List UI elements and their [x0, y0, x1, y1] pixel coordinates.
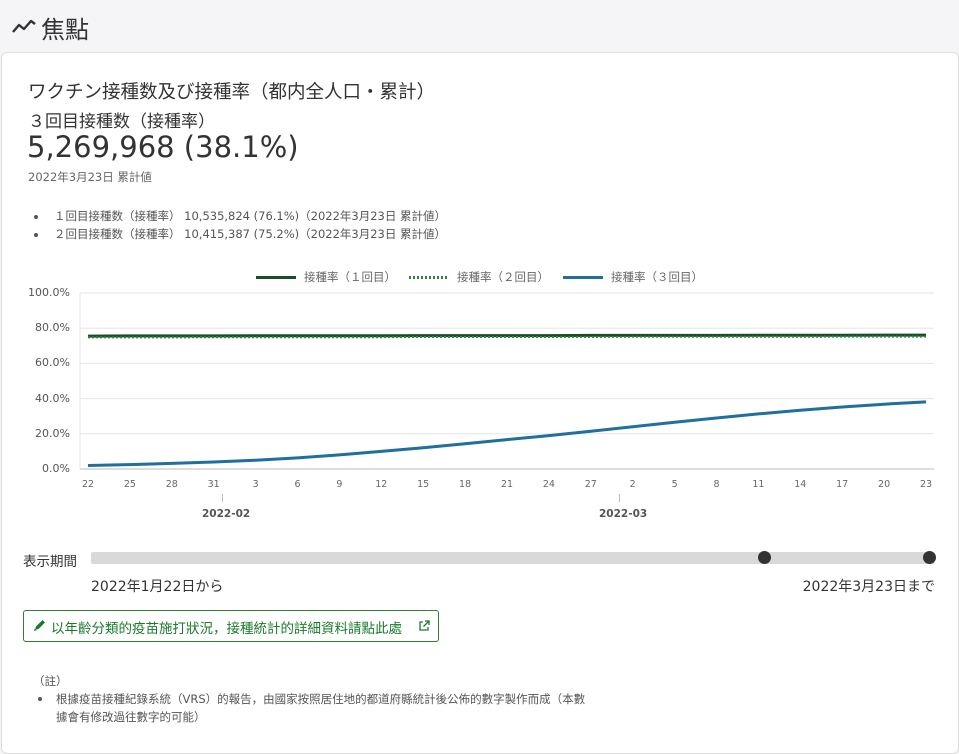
x-month-label: 2022-03 [599, 508, 648, 520]
x-tick-label: 17 [836, 479, 849, 490]
x-tick-label: 31 [207, 479, 220, 490]
x-tick-label: 14 [794, 479, 807, 490]
x-tick-label: 27 [584, 479, 597, 490]
x-tick-label: 23 [919, 479, 933, 490]
x-tick-label: 6 [294, 479, 301, 490]
external-link-icon [419, 620, 430, 631]
x-tick-label: 3 [252, 479, 259, 490]
x-tick-label: 25 [123, 479, 136, 490]
x-tick-label: 8 [713, 479, 720, 490]
x-month-label: 2022-02 [202, 508, 251, 520]
note-text-line: 根據疫苗接種紀錄系統（VRS）的報告，由國家按照居住地的都道府縣統計後公佈的數字… [56, 692, 586, 706]
period-from: 2022年1月22日から [91, 579, 224, 595]
pencil-icon [34, 620, 45, 631]
bullet-dot [38, 697, 42, 701]
x-tick-label: 5 [671, 479, 678, 490]
link-label: 以年齡分類的疫苗施打狀況，接種統計的詳細資料請點此處 [51, 621, 402, 637]
period-slider-track[interactable] [91, 552, 934, 564]
x-tick-label: 28 [165, 479, 178, 490]
month-divider [222, 494, 223, 502]
x-tick-label: 18 [459, 479, 472, 490]
age-breakdown-link-button[interactable]: 以年齡分類的疫苗施打狀況，接種統計的詳細資料請點此處 [23, 610, 439, 642]
x-tick-label: 15 [417, 479, 430, 490]
notes-heading: （註） [33, 674, 68, 688]
period-label: 表示期間 [23, 554, 77, 570]
x-tick-label: 21 [500, 479, 514, 490]
x-tick-label: 11 [752, 479, 765, 490]
month-divider [619, 494, 620, 502]
x-tick-label: 20 [878, 479, 891, 490]
line-chart [79, 292, 934, 470]
period-to: 2022年3月23日まで [802, 579, 935, 595]
note-text-line: 據會有修改過往數字的可能） [56, 710, 206, 724]
note-item: 根據疫苗接種紀錄系統（VRS）的報告，由國家按照居住地的都道府縣統計後公佈的數字… [38, 690, 638, 730]
x-tick-label: 9 [336, 479, 343, 490]
x-tick-label: 24 [542, 479, 555, 490]
x-tick-label: 12 [375, 479, 388, 490]
x-tick-label: 2 [629, 479, 636, 490]
period-slider-end-handle[interactable] [923, 551, 936, 564]
x-tick-label: 22 [81, 479, 95, 490]
